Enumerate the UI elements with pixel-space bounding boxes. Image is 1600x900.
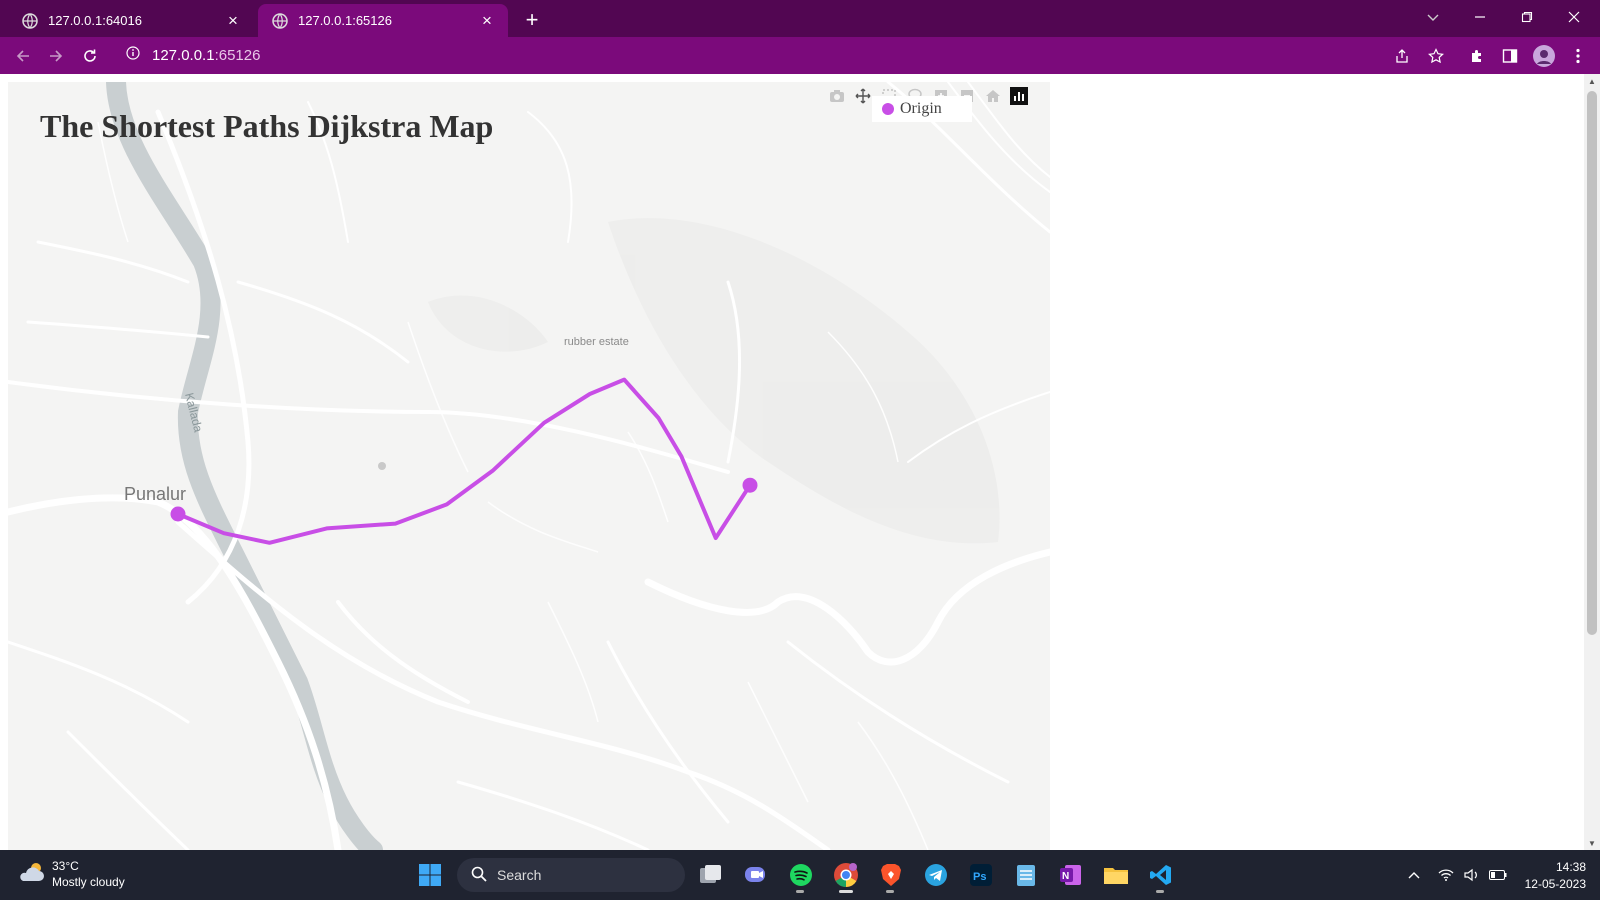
map-title: The Shortest Paths Dijkstra Map xyxy=(40,108,494,144)
route-destination-marker[interactable] xyxy=(742,477,758,493)
svg-text:Ps: Ps xyxy=(973,871,986,883)
page-scrollbar[interactable]: ▲ ▼ xyxy=(1584,74,1600,850)
svg-text:N: N xyxy=(1062,871,1069,882)
menu-kebab-icon[interactable] xyxy=(1564,42,1592,70)
scroll-down-icon[interactable]: ▼ xyxy=(1584,836,1600,850)
new-tab-button[interactable]: + xyxy=(518,6,546,34)
scroll-thumb[interactable] xyxy=(1587,91,1597,635)
chrome-icon[interactable] xyxy=(828,857,864,893)
windows-taskbar: 33°C Mostly cloudy Search Ps N 14:38 12-… xyxy=(0,850,1600,900)
profile-avatar[interactable] xyxy=(1530,42,1558,70)
system-tray xyxy=(1400,850,1512,900)
legend-swatch xyxy=(882,103,894,115)
page-viewport: Kallada The Shortest Paths Dijkstra Map … xyxy=(0,74,1584,850)
globe-icon xyxy=(22,12,38,29)
task-view-icon[interactable] xyxy=(693,857,729,893)
reset-view-home-icon[interactable] xyxy=(980,85,1006,107)
running-indicator xyxy=(886,890,894,893)
area-label-rubber-estate: rubber estate xyxy=(564,336,629,348)
bookmark-star-icon[interactable] xyxy=(1422,42,1450,70)
vscode-icon[interactable] xyxy=(1143,857,1179,893)
globe-icon xyxy=(272,12,288,29)
close-window-icon[interactable] xyxy=(1551,0,1597,33)
telegram-icon[interactable] xyxy=(918,857,954,893)
side-panel-icon[interactable] xyxy=(1496,42,1524,70)
forward-icon[interactable] xyxy=(41,41,71,71)
weather-temperature: 33°C xyxy=(52,859,79,873)
windows-start-icon[interactable] xyxy=(412,857,448,893)
route-origin-marker[interactable] xyxy=(170,506,186,522)
wifi-icon[interactable] xyxy=(1432,869,1460,881)
restore-icon[interactable] xyxy=(1504,0,1550,33)
tab-1-title: 127.0.0.1:64016 xyxy=(48,13,142,28)
tab-search-icon[interactable] xyxy=(1410,0,1456,33)
camera-icon[interactable] xyxy=(824,85,850,107)
map[interactable]: Kallada The Shortest Paths Dijkstra Map … xyxy=(8,82,1050,850)
reload-icon[interactable] xyxy=(75,41,105,71)
taskbar-search[interactable]: Search xyxy=(457,858,685,892)
map-canvas: Kallada xyxy=(8,82,1050,850)
tab-2[interactable]: 127.0.0.1:65126 × xyxy=(258,4,508,37)
clock-date: 12-05-2023 xyxy=(1524,877,1586,891)
battery-icon[interactable] xyxy=(1484,870,1512,880)
address-bar[interactable]: 127.0.0.1:65126 xyxy=(116,40,1396,71)
weather-widget[interactable]: 33°C Mostly cloudy xyxy=(18,858,125,890)
minimize-icon[interactable] xyxy=(1457,0,1503,33)
system-clock[interactable]: 14:38 12-05-2023 xyxy=(1512,859,1586,893)
info-icon[interactable] xyxy=(126,46,140,65)
search-label: Search xyxy=(497,867,542,883)
extensions-icon[interactable] xyxy=(1463,42,1491,70)
file-explorer-icon[interactable] xyxy=(1098,857,1134,893)
onenote-icon[interactable]: N xyxy=(1053,857,1089,893)
legend-label: Origin xyxy=(900,100,942,117)
weather-description: Mostly cloudy xyxy=(52,875,125,889)
plotly-logo-icon[interactable] xyxy=(1006,85,1032,107)
place-label-punalur: Punalur xyxy=(124,484,187,504)
cloud-sun-icon xyxy=(18,861,46,888)
running-indicator xyxy=(839,890,853,893)
brave-icon[interactable] xyxy=(873,857,909,893)
close-icon[interactable]: × xyxy=(478,11,496,30)
clock-time: 14:38 xyxy=(1555,860,1586,874)
route-line[interactable] xyxy=(176,377,752,545)
search-icon xyxy=(471,866,487,885)
show-hidden-icons-chevron-icon[interactable] xyxy=(1400,871,1428,879)
url-text: 127.0.0.1:65126 xyxy=(152,47,261,64)
map-legend[interactable]: Origin xyxy=(872,96,972,122)
volume-icon[interactable] xyxy=(1460,868,1484,882)
notepad-icon[interactable] xyxy=(1008,857,1044,893)
close-icon[interactable]: × xyxy=(224,11,242,30)
running-indicator xyxy=(796,890,804,893)
back-icon[interactable] xyxy=(8,41,38,71)
browser-toolbar: 127.0.0.1:65126 xyxy=(0,37,1600,74)
tab-2-title: 127.0.0.1:65126 xyxy=(298,13,392,28)
teams-chat-icon[interactable] xyxy=(738,857,774,893)
tab-strip: 127.0.0.1:64016 × 127.0.0.1:65126 × + xyxy=(0,0,1600,37)
spotify-icon[interactable] xyxy=(783,857,819,893)
scroll-up-icon[interactable]: ▲ xyxy=(1584,74,1600,88)
running-indicator xyxy=(1156,890,1164,893)
share-icon[interactable] xyxy=(1388,42,1416,70)
tab-1[interactable]: 127.0.0.1:64016 × xyxy=(8,4,254,37)
map-point-marker xyxy=(378,462,386,470)
photoshop-icon[interactable]: Ps xyxy=(963,857,999,893)
